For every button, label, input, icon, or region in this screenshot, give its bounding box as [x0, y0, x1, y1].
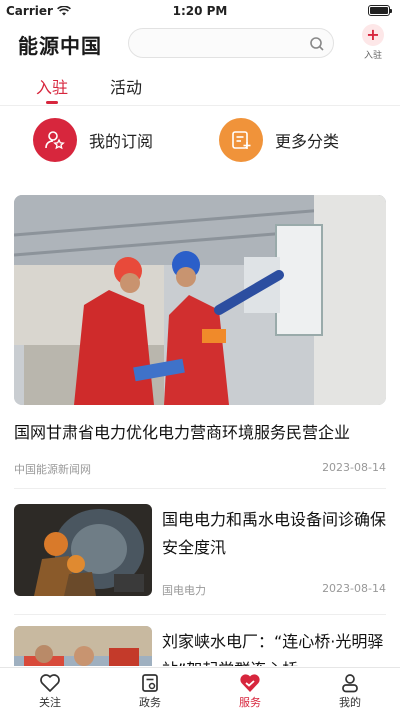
subscription-icon: [33, 118, 77, 162]
tab-service-label: 服务: [239, 696, 261, 709]
tab-profile[interactable]: 我的: [300, 668, 400, 715]
article-source: 国电电力: [162, 584, 206, 597]
article-title: 刘家峡水电厂：“连心桥·光明驿站”架起党群连心桥: [162, 632, 384, 666]
tab-join[interactable]: 入驻: [36, 74, 69, 104]
my-subscriptions-label: 我的订阅: [89, 132, 154, 151]
search-icon[interactable]: [309, 36, 325, 52]
featured-article-date: 2023-08-14: [322, 461, 386, 474]
category-icon: [219, 118, 263, 162]
tab-activity-label: 活动: [110, 78, 143, 97]
article-title: 国电电力和禹水电设备间诊确保安全度汛: [162, 510, 387, 557]
tab-profile-label: 我的: [339, 696, 361, 709]
tab-service[interactable]: 服务: [200, 668, 300, 715]
list-item[interactable]: 国电电力和禹水电设备间诊确保安全度汛 国电电力 2023-08-14: [14, 504, 386, 600]
tab-join-label: 入驻: [36, 78, 69, 97]
user-icon: [342, 674, 358, 693]
tab-follow[interactable]: 关注: [0, 668, 100, 715]
my-subscriptions-button[interactable]: 我的订阅: [33, 118, 153, 162]
document-icon: [142, 674, 158, 692]
more-categories-button[interactable]: 更多分类: [219, 118, 339, 162]
battery-icon: [368, 5, 392, 16]
tab-activity[interactable]: 活动: [110, 74, 142, 98]
join-label: 入驻: [363, 51, 382, 61]
service-icon: [240, 674, 260, 692]
status-time: 1:20 PM: [172, 4, 228, 18]
featured-article-source: 中国能源新闻网: [14, 463, 91, 476]
app-header: 能源中国 + 入驻: [0, 22, 400, 66]
app-logo: 能源中国: [18, 34, 102, 58]
article-thumbnail: [14, 504, 152, 596]
more-categories-label: 更多分类: [275, 132, 340, 151]
list-item[interactable]: 刘家峡水电厂：“连心桥·光明驿站”架起党群连心桥: [14, 626, 386, 666]
plus-icon: +: [362, 24, 384, 46]
quick-actions: 我的订阅 更多分类: [0, 118, 400, 168]
search-input[interactable]: [128, 28, 334, 58]
article-thumbnail: [14, 626, 152, 666]
article-date: 2023-08-14: [322, 582, 386, 595]
top-tabs: 入驻 活动: [0, 70, 400, 106]
featured-article-image: [14, 195, 386, 405]
tab-follow-label: 关注: [39, 696, 61, 709]
bottom-tab-bar: 关注 政务 服务 我的: [0, 667, 400, 715]
featured-article-meta: 中国能源新闻网 2023-08-14: [14, 461, 386, 477]
featured-article[interactable]: 国网甘肃省电力优化电力营商环境服务民营企业 中国能源新闻网 2023-08-14: [14, 195, 386, 477]
article-meta: 国电电力 2023-08-14: [162, 582, 386, 598]
join-button[interactable]: + 入驻: [356, 22, 390, 62]
heart-icon: [40, 674, 60, 692]
active-tab-indicator: [46, 101, 58, 104]
tab-government[interactable]: 政务: [100, 668, 200, 715]
divider: [14, 488, 386, 489]
divider: [14, 614, 386, 615]
tab-government-label: 政务: [139, 696, 161, 709]
featured-article-title: 国网甘肃省电力优化电力营商环境服务民营企业: [14, 423, 351, 442]
status-bar: Carrier 1:20 PM: [0, 0, 400, 22]
